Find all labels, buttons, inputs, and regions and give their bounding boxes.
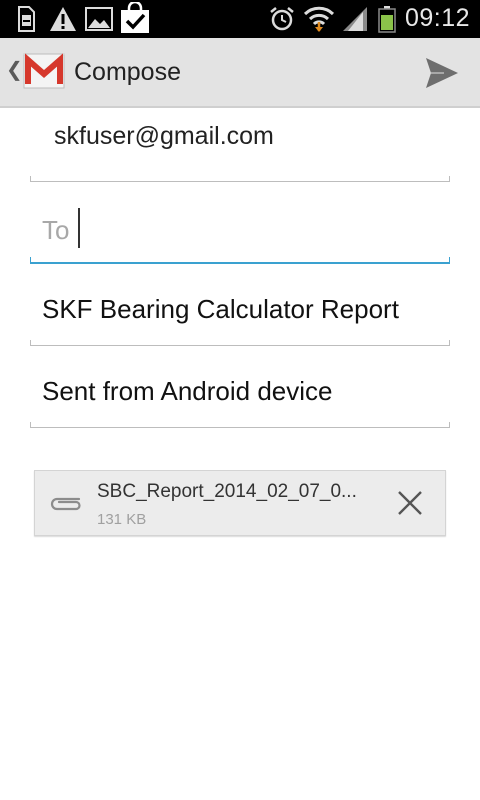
body-text: Sent from Android device (42, 376, 333, 406)
status-clock: 09:12 (404, 4, 470, 32)
body-underline (30, 422, 450, 428)
to-underline (30, 257, 450, 264)
send-button[interactable] (424, 56, 460, 90)
subject-underline (30, 340, 450, 346)
text-cursor (78, 208, 80, 248)
status-bar: 09:12 (0, 0, 480, 38)
warning-icon (48, 5, 78, 33)
close-icon[interactable] (397, 490, 423, 516)
alarm-icon (268, 5, 296, 33)
from-account: skfuser@gmail.com (54, 122, 274, 150)
shopping-bag-check-icon (118, 2, 152, 34)
gallery-icon (84, 5, 114, 33)
action-bar: ❮ Compose (0, 38, 480, 108)
gmail-icon[interactable] (22, 48, 66, 94)
to-field[interactable] (30, 200, 450, 264)
from-underline (30, 176, 450, 182)
attachment-size: 131 KB (97, 511, 147, 528)
from-field[interactable]: skfuser@gmail.com (30, 110, 450, 182)
page-title: Compose (74, 58, 181, 86)
body-field[interactable]: Sent from Android device (30, 362, 450, 428)
attachment-card[interactable]: SBC_Report_2014_02_07_0... 131 KB (34, 470, 446, 536)
subject-field[interactable]: SKF Bearing Calculator Report (30, 280, 450, 346)
battery-icon (376, 5, 398, 33)
paperclip-icon (49, 491, 83, 513)
chevron-left-icon[interactable]: ❮ (6, 60, 23, 80)
sd-card-icon (14, 5, 38, 33)
signal-icon (340, 5, 370, 33)
attachment-name: SBC_Report_2014_02_07_0... (97, 481, 357, 502)
to-input[interactable] (42, 210, 422, 250)
wifi-icon (302, 5, 336, 33)
subject-text: SKF Bearing Calculator Report (42, 294, 399, 324)
